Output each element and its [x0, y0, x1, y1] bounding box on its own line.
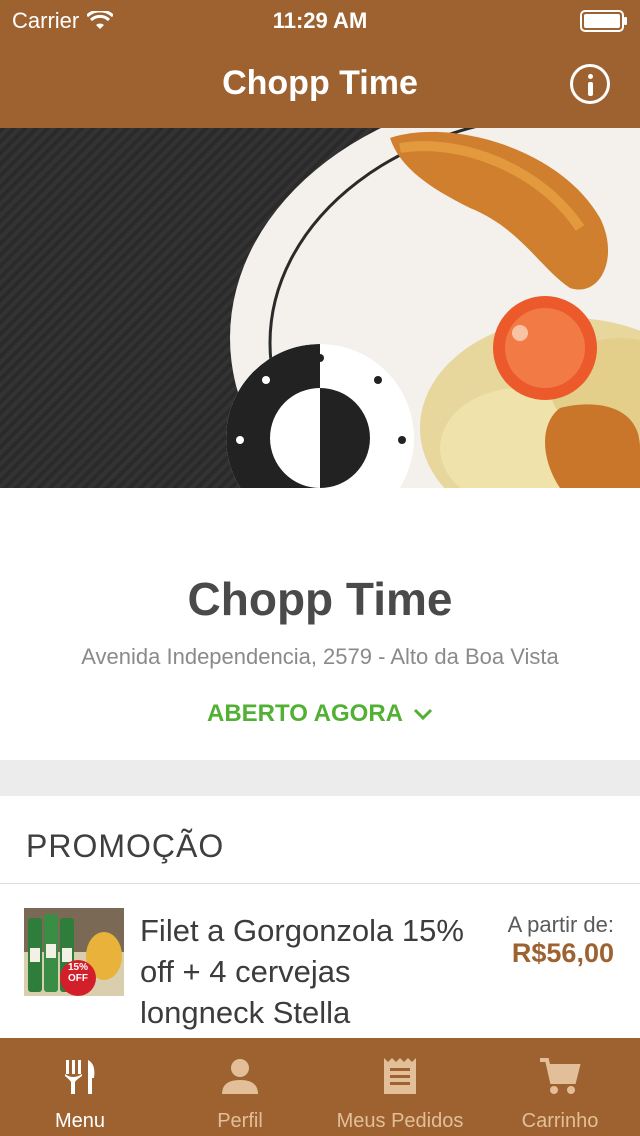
promo-badge: 15% OFF — [67, 962, 88, 984]
cart-icon — [540, 1058, 581, 1094]
promo-section-title: PROMOÇÃO — [26, 828, 225, 864]
tab-carrinho[interactable]: Carrinho — [480, 1038, 640, 1136]
utensils-icon — [65, 1060, 95, 1094]
open-status-toggle[interactable]: ABERTO AGORA — [0, 700, 640, 728]
restaurant-address: Avenida Independencia, 2579 - Alto da Bo… — [81, 644, 559, 669]
tab-perfil[interactable]: Perfil — [160, 1038, 320, 1136]
status-bar: Carrier 11:29 AM — [0, 0, 640, 40]
promo-section-header: PROMOÇÃO — [0, 796, 640, 884]
status-time: 11:29 AM — [272, 8, 368, 33]
tab-carrinho-label: Carrinho — [521, 1110, 599, 1132]
promo-list-item[interactable]: 15% OFF Filet a Gorgonzola 15% off + 4 c… — [0, 884, 640, 1040]
tab-menu-label: Menu — [54, 1110, 106, 1132]
restaurant-info: Chopp Time Avenida Independencia, 2579 -… — [0, 488, 640, 760]
section-divider — [0, 760, 640, 796]
info-icon[interactable] — [570, 64, 610, 104]
tab-meus-pedidos[interactable]: Meus Pedidos — [320, 1038, 480, 1136]
tab-meus-pedidos-label: Meus Pedidos — [336, 1110, 464, 1132]
battery-icon — [580, 10, 627, 32]
promo-item-title: Filet a Gorgonzola 15% off + 4 cervejas … — [140, 913, 464, 1030]
tab-menu[interactable]: Menu — [0, 1038, 160, 1136]
chevron-down-icon — [413, 708, 433, 721]
tab-perfil-label: Perfil — [217, 1110, 263, 1132]
navigation-bar: Chopp Time — [0, 40, 640, 128]
restaurant-name: Chopp Time — [187, 573, 453, 625]
promo-price: R$56,00 — [511, 938, 614, 968]
promo-thumbnail: 15% OFF — [24, 908, 124, 996]
tab-bar: Menu Perfil Meus Pedidos Carrinho — [0, 1038, 640, 1136]
open-status-label: ABERTO AGORA — [206, 700, 403, 727]
page-title: Chopp Time — [222, 64, 418, 102]
promo-price-label: A partir de: — [507, 912, 614, 937]
receipt-icon — [384, 1058, 416, 1094]
person-icon — [222, 1059, 258, 1094]
